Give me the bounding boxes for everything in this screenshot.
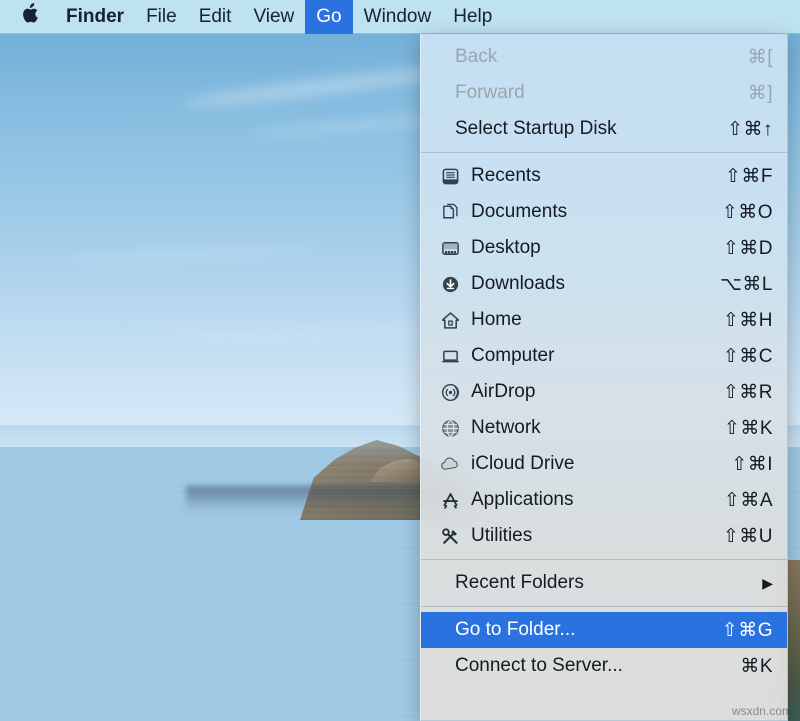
menu-item-applications[interactable]: Applications ⇧⌘A <box>421 482 787 518</box>
menubar-item-file[interactable]: File <box>135 0 188 34</box>
menubar-item-label: Window <box>364 7 432 26</box>
menu-item-label: Forward <box>437 82 728 104</box>
menu-item-label: iCloud Drive <box>471 453 711 475</box>
menu-item-desktop[interactable]: Desktop ⇧⌘D <box>421 230 787 266</box>
menu-item-shortcut: ⇧⌘I <box>711 453 773 476</box>
menu-item-shortcut: ⇧⌘G <box>702 619 773 642</box>
documents-icon <box>437 203 463 222</box>
menu-item-label: Select Startup Disk <box>437 118 707 140</box>
menu-item-back[interactable]: Back ⌘[ <box>421 39 787 75</box>
menu-item-home[interactable]: Home ⇧⌘H <box>421 302 787 338</box>
utilities-icon <box>437 527 463 546</box>
menu-item-label: Go to Folder... <box>437 619 702 641</box>
cloud-wisp-icon <box>60 245 320 264</box>
menu-separator <box>421 559 787 560</box>
menu-item-shortcut: ⇧⌘H <box>703 309 773 332</box>
downloads-icon <box>437 275 463 294</box>
menu-item-label: AirDrop <box>471 381 703 403</box>
home-icon <box>437 311 463 330</box>
menu-item-label: Desktop <box>471 237 703 259</box>
menubar-item-label: View <box>253 7 294 26</box>
icloud-icon <box>437 455 463 474</box>
menu-item-label: Applications <box>471 489 704 511</box>
menu-item-shortcut: ⇧⌘K <box>704 417 773 440</box>
menubar-item-edit[interactable]: Edit <box>188 0 243 34</box>
apple-menu-button[interactable] <box>0 0 55 34</box>
menu-item-shortcut: ⌘] <box>728 82 773 105</box>
menu-item-shortcut: ⇧⌘F <box>705 165 773 188</box>
computer-icon <box>437 347 463 366</box>
menu-item-shortcut: ⌘K <box>720 655 773 678</box>
menu-item-label: Utilities <box>471 525 703 547</box>
menubar-item-label: File <box>146 7 177 26</box>
network-icon <box>437 419 463 438</box>
menu-item-shortcut: ⌥⌘L <box>700 273 773 296</box>
apple-logo-icon <box>22 3 39 28</box>
menu-item-label: Recent Folders <box>437 572 762 594</box>
menu-item-recents[interactable]: Recents ⇧⌘F <box>421 158 787 194</box>
menubar-item-finder[interactable]: Finder <box>55 0 135 34</box>
go-menu-dropdown: Back ⌘[ Forward ⌘] Select Startup Disk ⇧… <box>420 34 788 721</box>
menu-bar: Finder File Edit View Go Window Help <box>0 0 800 34</box>
menu-item-connect-to-server[interactable]: Connect to Server... ⌘K <box>421 648 787 684</box>
menubar-item-label: Edit <box>199 7 232 26</box>
menu-item-label: Documents <box>471 201 702 223</box>
menu-item-airdrop[interactable]: AirDrop ⇧⌘R <box>421 374 787 410</box>
menu-item-shortcut: ⇧⌘U <box>703 525 773 548</box>
menu-item-recent-folders[interactable]: Recent Folders ▶ <box>421 565 787 601</box>
menu-item-label: Computer <box>471 345 703 367</box>
menubar-item-window[interactable]: Window <box>353 0 443 34</box>
menubar-item-label: Go <box>316 7 341 26</box>
menu-item-utilities[interactable]: Utilities ⇧⌘U <box>421 518 787 554</box>
menu-item-shortcut: ⇧⌘C <box>703 345 773 368</box>
menu-separator <box>421 152 787 153</box>
cloud-wisp-icon <box>150 327 450 341</box>
desktop-icon <box>437 239 463 258</box>
submenu-arrow-icon: ▶ <box>762 575 773 592</box>
menu-item-label: Network <box>471 417 704 439</box>
menu-item-label: Connect to Server... <box>437 655 720 677</box>
menubar-item-help[interactable]: Help <box>442 0 503 34</box>
menubar-item-view[interactable]: View <box>242 0 305 34</box>
menu-item-computer[interactable]: Computer ⇧⌘C <box>421 338 787 374</box>
menu-item-shortcut: ⇧⌘R <box>703 381 773 404</box>
menu-item-label: Back <box>437 46 728 68</box>
menubar-item-go[interactable]: Go <box>305 0 352 34</box>
menu-item-documents[interactable]: Documents ⇧⌘O <box>421 194 787 230</box>
menu-item-label: Recents <box>471 165 705 187</box>
menu-item-select-startup-disk[interactable]: Select Startup Disk ⇧⌘↑ <box>421 111 787 147</box>
menu-separator <box>421 606 787 607</box>
applications-icon <box>437 491 463 510</box>
menu-item-label: Home <box>471 309 703 331</box>
watermark: wsxdn.com <box>732 704 792 718</box>
menu-item-icloud-drive[interactable]: iCloud Drive ⇧⌘I <box>421 446 787 482</box>
airdrop-icon <box>437 383 463 402</box>
menu-item-shortcut: ⇧⌘A <box>704 489 773 512</box>
menu-item-shortcut: ⌘[ <box>728 46 773 69</box>
menu-item-shortcut: ⇧⌘O <box>702 201 773 224</box>
menu-item-shortcut: ⇧⌘↑ <box>707 118 773 141</box>
menu-item-downloads[interactable]: Downloads ⌥⌘L <box>421 266 787 302</box>
menubar-item-label: Finder <box>66 7 124 26</box>
menu-item-shortcut: ⇧⌘D <box>703 237 773 260</box>
menubar-item-label: Help <box>453 7 492 26</box>
menu-item-network[interactable]: Network ⇧⌘K <box>421 410 787 446</box>
recents-icon <box>437 167 463 186</box>
menu-item-label: Downloads <box>471 273 700 295</box>
menu-item-go-to-folder[interactable]: Go to Folder... ⇧⌘G <box>421 612 787 648</box>
menu-item-forward[interactable]: Forward ⌘] <box>421 75 787 111</box>
